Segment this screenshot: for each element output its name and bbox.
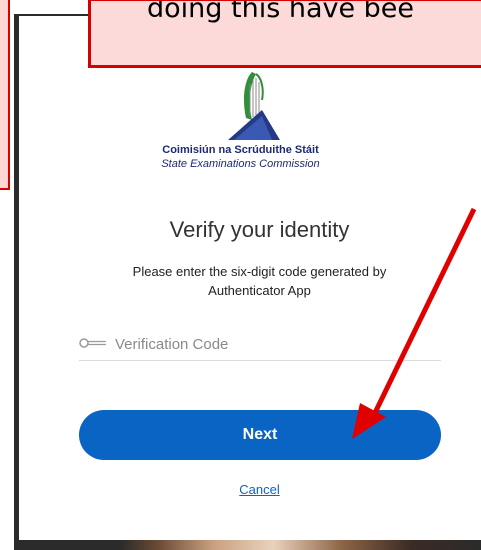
harp-logo-icon: [228, 72, 280, 140]
verification-code-input[interactable]: [115, 330, 435, 358]
instruction-text: Please enter the six-digit code generate…: [132, 264, 387, 298]
org-name-irish: Coimisiún na Scrúduithe Stáit: [162, 144, 319, 156]
next-button[interactable]: Next: [79, 410, 441, 460]
page-title: Verify your identity: [169, 217, 350, 242]
cancel-link[interactable]: Cancel: [0, 482, 481, 497]
org-name-english: State Examinations Commission: [161, 158, 320, 170]
background-photo: [19, 540, 481, 550]
annotation-callout: doing this have bee: [88, 0, 481, 68]
key-icon: [79, 338, 106, 348]
verification-code-field: [79, 330, 441, 361]
annotation-callout-text: doing this have bee: [147, 0, 415, 24]
